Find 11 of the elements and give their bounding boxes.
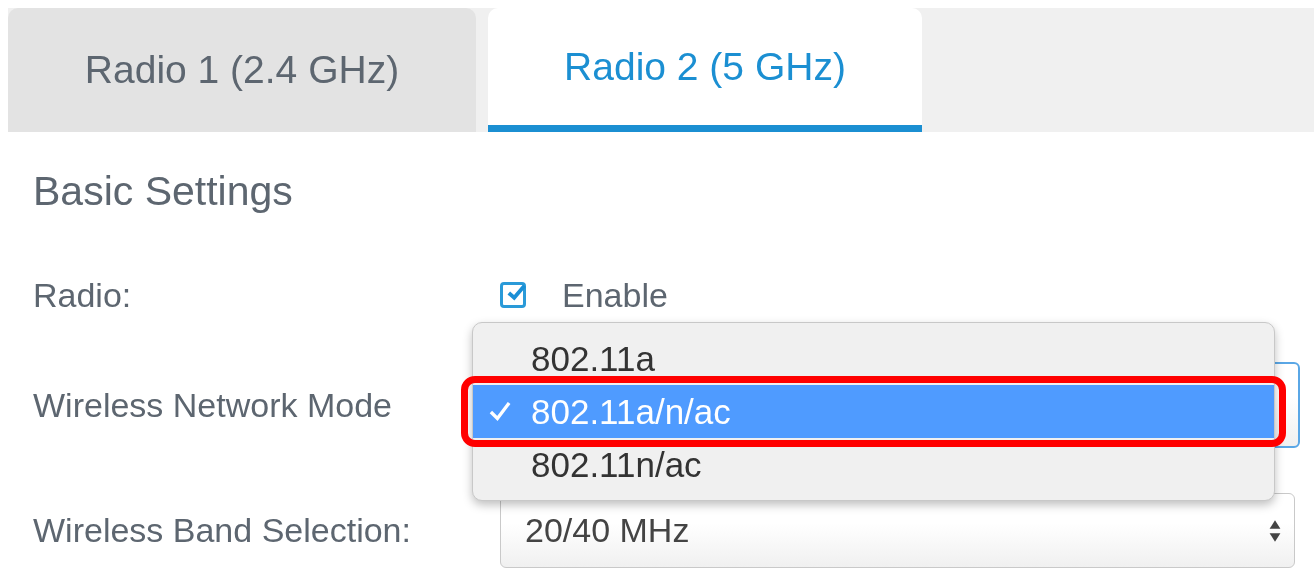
- select-field[interactable]: 20/40 MHz: [500, 493, 1295, 568]
- section-heading: Basic Settings: [32, 167, 294, 216]
- field-label: Wireless Band Selection:: [33, 511, 412, 550]
- checkbox[interactable]: [500, 282, 526, 308]
- menu-option[interactable]: 802.11a: [473, 332, 1274, 385]
- checkbox-label: Enable: [562, 275, 668, 315]
- menu-option[interactable]: 802.11n/ac: [473, 438, 1274, 491]
- field-label: Radio:: [33, 275, 133, 315]
- field-label: Wireless Network Mode: [33, 385, 393, 425]
- tab[interactable]: Radio 1 (2.4 GHz): [8, 8, 476, 132]
- tab[interactable]: Radio 2 (5 GHz): [488, 8, 922, 132]
